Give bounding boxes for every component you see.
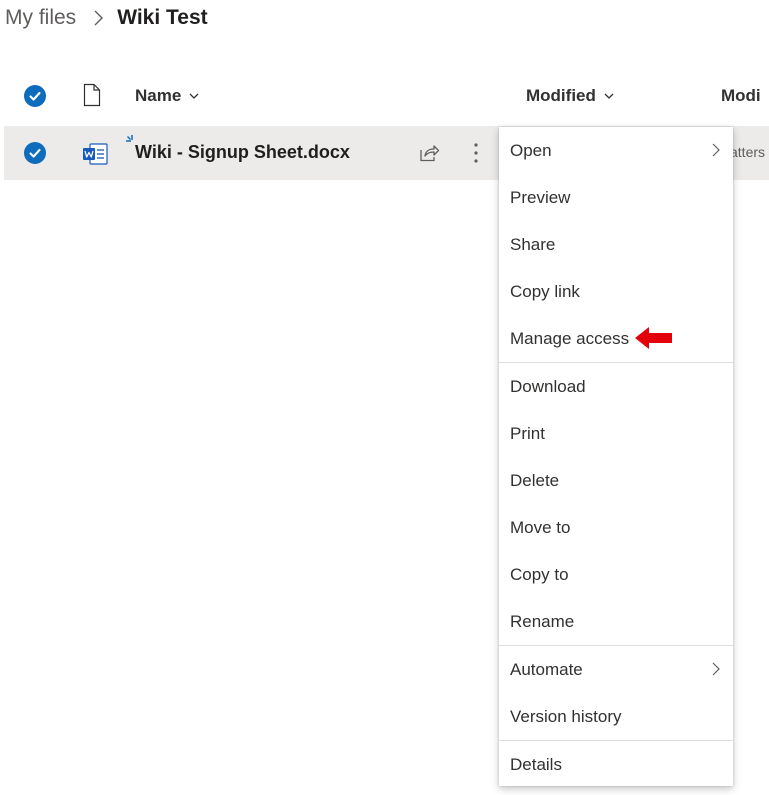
chevron-down-icon <box>188 90 200 102</box>
share-button[interactable] <box>417 141 441 165</box>
menu-item-label: Version history <box>510 706 622 726</box>
menu-item-version-history[interactable]: Version history <box>499 693 733 740</box>
menu-item-label: Move to <box>510 517 571 537</box>
breadcrumb-current-folder: Wiki Test <box>117 6 208 29</box>
menu-item-share[interactable]: Share <box>499 221 733 268</box>
select-all-checkbox[interactable] <box>24 85 46 107</box>
chevron-right-icon <box>712 143 720 157</box>
menu-item-label: Copy link <box>510 281 580 301</box>
chevron-down-icon <box>603 90 615 102</box>
menu-item-label: Download <box>510 376 586 396</box>
menu-item-label: Print <box>510 423 545 443</box>
menu-item-label: Details <box>510 754 562 774</box>
row-checkbox[interactable] <box>24 142 46 164</box>
column-header-row: Name Modified Modi <box>0 74 769 118</box>
name-column-header[interactable]: Name <box>135 86 200 106</box>
menu-item-delete[interactable]: Delete <box>499 457 733 504</box>
modified-by-column-header[interactable]: Modi <box>721 86 769 106</box>
chevron-right-icon <box>712 662 720 676</box>
context-menu: Open Preview Share Copy link Manage acce… <box>499 127 733 786</box>
modified-column-header[interactable]: Modified <box>526 86 615 106</box>
word-document-icon <box>82 142 108 166</box>
menu-item-move-to[interactable]: Move to <box>499 504 733 551</box>
menu-item-download[interactable]: Download <box>499 363 733 410</box>
share-icon <box>420 145 440 162</box>
menu-item-preview[interactable]: Preview <box>499 174 733 221</box>
menu-item-label: Open <box>510 140 552 160</box>
menu-item-label: Preview <box>510 187 571 207</box>
menu-item-rename[interactable]: Rename <box>499 598 733 645</box>
document-icon[interactable] <box>82 83 102 107</box>
checkmark-circle-icon <box>29 148 41 158</box>
menu-item-open[interactable]: Open <box>499 127 733 174</box>
name-column-label: Name <box>135 86 182 105</box>
menu-item-copy-to[interactable]: Copy to <box>499 551 733 598</box>
menu-item-automate[interactable]: Automate <box>499 646 733 693</box>
menu-group-automation: Automate Version history <box>499 646 733 741</box>
breadcrumb-my-files[interactable]: My files <box>5 6 76 30</box>
menu-item-details[interactable]: Details <box>499 741 733 788</box>
menu-item-print[interactable]: Print <box>499 410 733 457</box>
file-name-link[interactable]: Wiki - Signup Sheet.docx <box>135 142 350 163</box>
menu-item-label: Rename <box>510 611 575 631</box>
modified-column-label: Modified <box>526 86 596 105</box>
menu-group-info: Details <box>499 741 733 788</box>
menu-item-label: Automate <box>510 659 583 679</box>
red-arrow-icon <box>635 327 672 349</box>
menu-item-label: Copy to <box>510 564 569 584</box>
modified-by-cell: atters <box>730 144 766 160</box>
chevron-right-icon <box>87 7 109 29</box>
menu-group-file-actions: Download Print Delete Move to Copy to Re… <box>499 363 733 646</box>
more-vertical-icon <box>474 143 478 163</box>
menu-item-manage-access[interactable]: Manage access <box>499 315 733 362</box>
menu-item-label: Manage access <box>510 328 630 348</box>
more-actions-button[interactable] <box>464 140 488 166</box>
menu-item-label: Delete <box>510 470 560 490</box>
checkmark-circle-icon <box>29 91 41 101</box>
menu-item-label: Share <box>510 234 556 254</box>
menu-item-copy-link[interactable]: Copy link <box>499 268 733 315</box>
breadcrumb: My files Wiki Test <box>5 3 208 33</box>
menu-group-primary: Open Preview Share Copy link Manage acce… <box>499 127 733 363</box>
